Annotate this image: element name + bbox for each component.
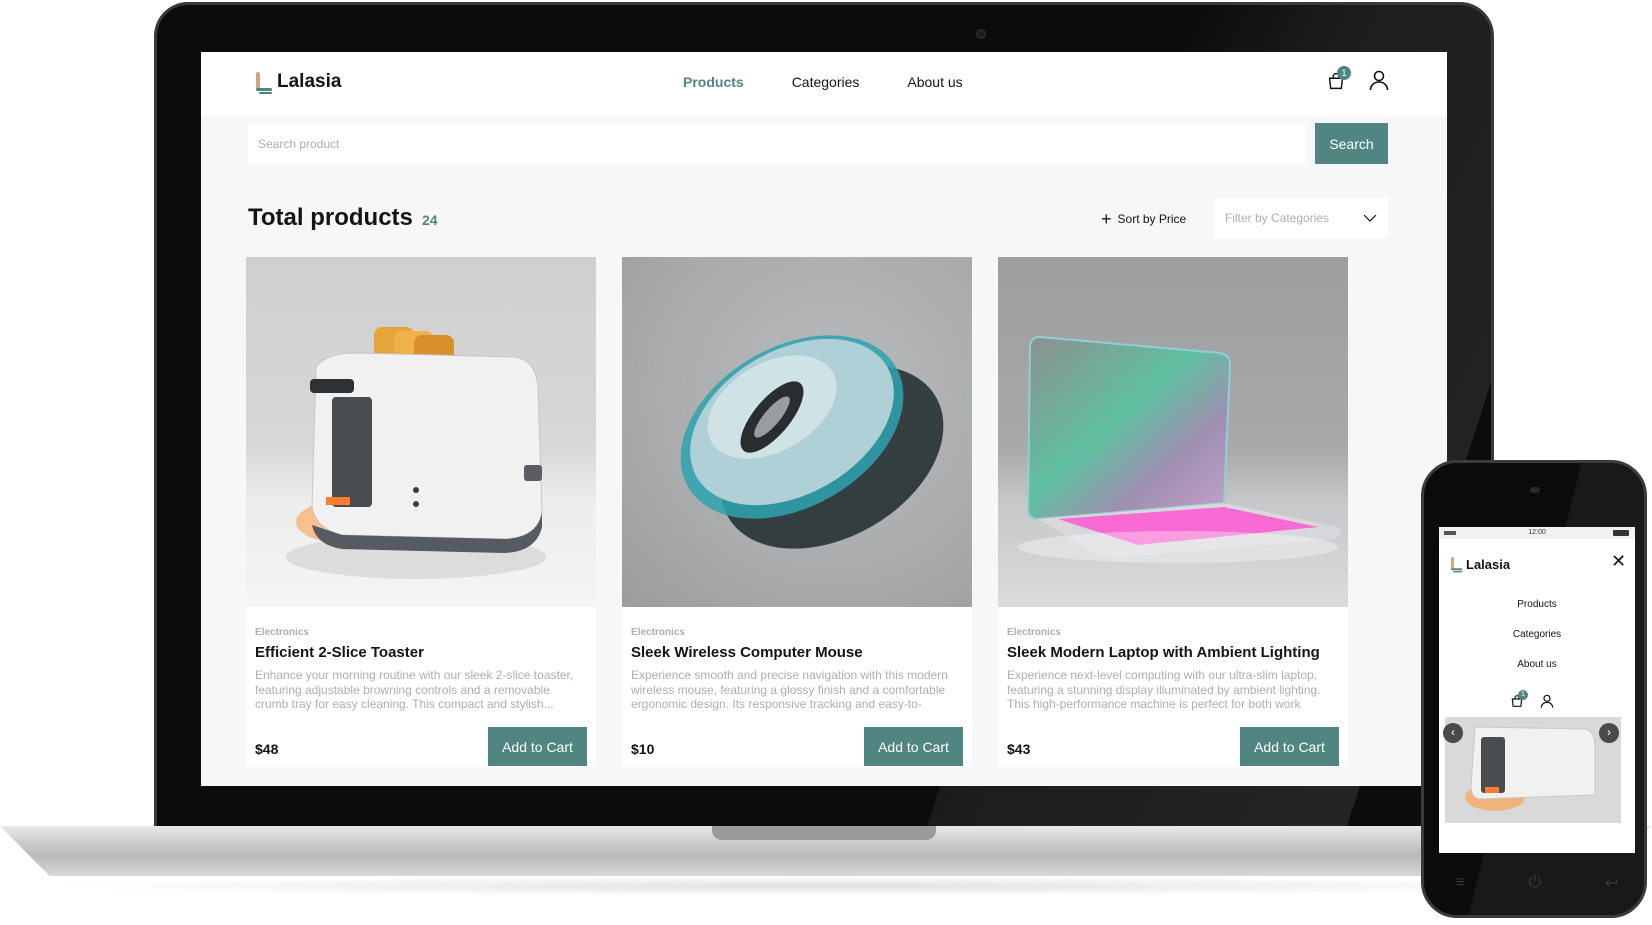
mobile-nav-categories[interactable]: Categories [1439, 629, 1635, 640]
product-category: Electronics [255, 627, 309, 638]
product-image[interactable] [622, 257, 972, 607]
product-price: $48 [255, 741, 279, 757]
back-icon[interactable]: ↩ [1605, 873, 1618, 893]
cart-button[interactable]: 1 [1325, 66, 1351, 94]
mobile-product-image[interactable] [1445, 717, 1621, 823]
mobile-user-button[interactable] [1539, 693, 1557, 711]
power-icon[interactable]: ⏻ [1529, 874, 1542, 892]
product-image[interactable] [246, 257, 596, 607]
close-icon[interactable]: ✕ [1611, 551, 1626, 572]
user-icon [1369, 70, 1389, 91]
chevron-left-icon[interactable]: ‹ [1443, 723, 1463, 743]
nav-about-us[interactable]: About us [907, 74, 962, 90]
phone-frame: 12:00 Lalasia ✕ Products Categories Abou… [1421, 460, 1647, 918]
product-price: $10 [631, 741, 655, 757]
product-card[interactable]: Electronics Sleek Modern Laptop with Amb… [998, 257, 1348, 767]
speaker-icon [1530, 487, 1540, 493]
filter-placeholder: Filter by Categories [1225, 211, 1330, 225]
product-description: Enhance your morning routine with our sl… [255, 668, 574, 711]
toaster-image [286, 327, 546, 579]
product-description: Experience next-level computing with our… [1007, 668, 1321, 712]
mobile-cart-button[interactable]: 1 [1509, 690, 1528, 711]
phone-screen: 12:00 Lalasia ✕ Products Categories Abou… [1439, 527, 1635, 853]
product-count: 24 [422, 212, 438, 228]
toaster-image [1445, 717, 1621, 823]
search-input[interactable] [248, 124, 1306, 164]
phone-hardware-buttons: ≡ ⏻ ↩ [1424, 863, 1644, 903]
product-category: Electronics [631, 627, 685, 638]
main-nav: Products Categories About us [683, 74, 963, 90]
mouse-image [680, 335, 944, 549]
mobile-menu: Products Categories About us [1439, 577, 1635, 717]
battery-icon [1613, 530, 1629, 536]
menu-icon[interactable]: ≡ [1456, 874, 1465, 892]
sort-label: Sort by Price [1117, 212, 1187, 226]
mobile-brand-name: Lalasia [1466, 556, 1511, 572]
cart-count-badge: 1 [1337, 66, 1351, 80]
navbar: Lalasia Products Categories About us 1 [201, 52, 1447, 116]
user-button[interactable] [1367, 68, 1391, 92]
signal-icon [1444, 531, 1456, 535]
brand-logo[interactable]: Lalasia [253, 70, 341, 94]
mobile-brand-logo[interactable]: Lalasia [1449, 552, 1510, 576]
chevron-right-icon[interactable]: › [1599, 723, 1619, 743]
product-title[interactable]: Efficient 2-Slice Toaster [255, 644, 424, 661]
user-icon [1540, 694, 1554, 708]
laptop-notch [712, 826, 936, 840]
nav-products[interactable]: Products [683, 74, 744, 90]
chair-logo-icon [1449, 556, 1463, 573]
add-to-cart-button[interactable]: Add to Cart [864, 727, 963, 766]
add-to-cart-button[interactable]: Add to Cart [488, 727, 587, 766]
category-filter-dropdown[interactable]: Filter by Categories [1215, 198, 1388, 238]
product-card[interactable]: Electronics Sleek Wireless Computer Mous… [622, 257, 972, 767]
product-title[interactable]: Sleek Wireless Computer Mouse [631, 644, 863, 661]
product-card[interactable]: Electronics Efficient 2-Slice Toaster En… [246, 257, 596, 767]
page-title: Total products [248, 204, 413, 231]
laptop-image [1018, 335, 1341, 563]
product-title[interactable]: Sleek Modern Laptop with Ambient Lightin… [1007, 644, 1320, 661]
product-price: $43 [1007, 741, 1031, 757]
sort-by-price-button[interactable]: + Sort by Price [1101, 209, 1187, 229]
nav-categories[interactable]: Categories [792, 74, 860, 90]
product-image[interactable] [998, 257, 1348, 607]
search-button[interactable]: Search [1315, 123, 1388, 164]
camera-icon [976, 29, 986, 39]
product-description: Experience smooth and precise navigation… [631, 668, 948, 712]
plus-icon: + [1101, 209, 1112, 229]
status-bar: 12:00 [1439, 527, 1635, 539]
mobile-cart-count-badge: 1 [1518, 690, 1528, 700]
mobile-nav-about-us[interactable]: About us [1439, 659, 1635, 670]
laptop-screen: Lalasia Products Categories About us 1 S… [201, 52, 1447, 786]
status-time: 12:00 [1528, 529, 1546, 536]
brand-name: Lalasia [277, 71, 342, 92]
laptop-shadow [40, 876, 1600, 896]
chevron-down-icon [1363, 214, 1377, 222]
mobile-nav-products[interactable]: Products [1439, 599, 1635, 610]
add-to-cart-button[interactable]: Add to Cart [1240, 727, 1339, 766]
chair-logo-icon [253, 70, 273, 94]
product-category: Electronics [1007, 627, 1061, 638]
